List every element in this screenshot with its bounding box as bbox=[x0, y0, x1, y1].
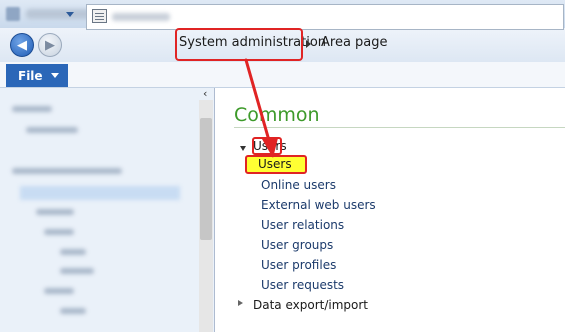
nav-item-selected-blurred[interactable] bbox=[20, 186, 180, 200]
ribbon-bar bbox=[0, 62, 565, 88]
nav-item-blurred[interactable] bbox=[12, 168, 122, 174]
breadcrumb-separator-icon[interactable] bbox=[306, 40, 311, 48]
link-users[interactable]: Users bbox=[258, 157, 292, 171]
section-heading: Common bbox=[234, 104, 320, 126]
back-arrow-icon[interactable]: ◀ bbox=[10, 33, 34, 57]
nav-item-blurred[interactable] bbox=[36, 209, 74, 215]
nav-item-blurred[interactable] bbox=[26, 127, 78, 133]
app-icon bbox=[6, 7, 20, 21]
link-user-groups[interactable]: User groups bbox=[261, 238, 333, 252]
address-prefix-blurred bbox=[112, 13, 170, 21]
link-online-users[interactable]: Online users bbox=[261, 178, 336, 192]
group-annotation-box bbox=[252, 137, 282, 155]
nav-item-blurred[interactable] bbox=[60, 249, 86, 255]
link-user-profiles[interactable]: User profiles bbox=[261, 258, 336, 272]
nav-item-blurred[interactable] bbox=[60, 308, 86, 314]
page-icon bbox=[92, 9, 107, 23]
nav-item-blurred[interactable] bbox=[44, 229, 74, 235]
group-label-data-export-import[interactable]: Data export/import bbox=[253, 298, 368, 312]
breadcrumb-area-page[interactable]: Area page bbox=[321, 35, 388, 50]
link-external-web-users[interactable]: External web users bbox=[261, 198, 376, 212]
nav-item-blurred[interactable] bbox=[12, 106, 52, 112]
forward-arrow-icon[interactable]: ▶ bbox=[38, 33, 62, 57]
scrollbar-thumb[interactable] bbox=[200, 118, 212, 240]
triangle-down-icon[interactable] bbox=[240, 146, 246, 151]
triangle-right-icon[interactable] bbox=[238, 300, 243, 306]
heading-divider bbox=[234, 127, 565, 128]
collapse-pane-icon[interactable]: ‹ bbox=[203, 88, 213, 100]
link-user-requests[interactable]: User requests bbox=[261, 278, 344, 292]
nav-item-blurred[interactable] bbox=[60, 268, 94, 274]
breadcrumb-annotation-box bbox=[175, 28, 303, 61]
navigation-pane bbox=[0, 88, 215, 332]
history-dropdown-icon[interactable] bbox=[66, 12, 74, 17]
file-tab[interactable]: File bbox=[6, 64, 68, 87]
link-user-relations[interactable]: User relations bbox=[261, 218, 344, 232]
file-tab-label: File bbox=[18, 68, 43, 83]
nav-item-blurred[interactable] bbox=[44, 288, 74, 294]
chevron-down-icon bbox=[50, 73, 59, 78]
